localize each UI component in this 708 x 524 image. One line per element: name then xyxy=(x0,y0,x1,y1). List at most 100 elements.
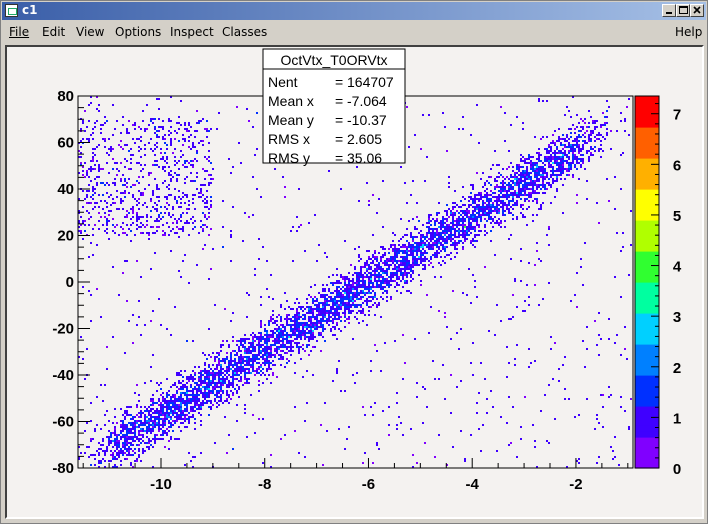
histogram-cell xyxy=(154,416,156,418)
histogram-cell xyxy=(460,430,462,432)
histogram-cell xyxy=(308,332,310,334)
histogram-cell xyxy=(508,208,510,210)
histogram-cell xyxy=(114,456,116,458)
histogram-cell xyxy=(514,278,516,280)
histogram-cell xyxy=(536,158,538,160)
histogram-cell xyxy=(474,230,476,232)
histogram-cell xyxy=(368,200,370,202)
histogram-cell xyxy=(530,184,532,186)
histogram-cell xyxy=(92,138,94,140)
histogram-cell xyxy=(248,360,250,362)
histogram-cell xyxy=(150,148,152,150)
close-button[interactable] xyxy=(690,4,704,17)
title-bar[interactable]: c1 xyxy=(2,2,706,20)
histogram-cell xyxy=(156,416,158,418)
histogram-cell xyxy=(332,282,334,284)
histogram-cell xyxy=(172,430,174,432)
histogram-cell xyxy=(436,252,438,254)
menu-help[interactable]: Help xyxy=(675,25,702,39)
menu-inspect[interactable]: Inspect xyxy=(170,25,214,39)
histogram-cell xyxy=(376,212,378,214)
histogram-cell xyxy=(148,420,150,422)
histogram-cell xyxy=(164,180,166,182)
histogram-cell xyxy=(492,202,494,204)
histogram-cell xyxy=(186,340,188,342)
minimize-button[interactable] xyxy=(662,4,676,17)
histogram-cell xyxy=(200,192,202,194)
histogram-cell xyxy=(198,384,200,386)
histogram-cell xyxy=(504,204,506,206)
histogram-cell xyxy=(470,232,472,234)
histogram-cell xyxy=(312,314,314,316)
histogram-cell xyxy=(104,140,106,142)
histogram-cell xyxy=(490,216,492,218)
histogram-cell xyxy=(544,172,546,174)
histogram-cell xyxy=(486,200,488,202)
histogram-cell xyxy=(522,128,524,130)
histogram-cell xyxy=(382,262,384,264)
histogram-cell xyxy=(384,252,386,254)
histogram-cell xyxy=(162,224,164,226)
histogram-cell xyxy=(182,386,184,388)
histogram-cell xyxy=(208,184,210,186)
histogram-cell xyxy=(168,194,170,196)
histogram-cell xyxy=(186,376,188,378)
histogram-cell xyxy=(524,184,526,186)
histogram-cell xyxy=(116,452,118,454)
histogram-cell xyxy=(172,424,174,426)
histogram-cell xyxy=(588,140,590,142)
histogram-cell xyxy=(204,386,206,388)
histogram-cell xyxy=(138,182,140,184)
histogram-cell xyxy=(302,310,304,312)
histogram-cell xyxy=(566,154,568,156)
menu-view[interactable]: View xyxy=(76,25,104,39)
histogram-cell xyxy=(516,200,518,202)
histogram-cell xyxy=(168,212,170,214)
histogram-cell xyxy=(244,342,246,344)
histogram-cell xyxy=(122,200,124,202)
histogram-cell xyxy=(164,152,166,154)
histogram-cell xyxy=(284,328,286,330)
histogram-cell xyxy=(540,138,542,140)
histogram-cell xyxy=(414,248,416,250)
histogram-cell xyxy=(470,198,472,200)
histogram-cell xyxy=(174,138,176,140)
histogram-cell xyxy=(202,248,204,250)
histogram-cell xyxy=(402,244,404,246)
histogram-cell xyxy=(304,316,306,318)
menu-edit[interactable]: Edit xyxy=(42,25,65,39)
menu-options[interactable]: Options xyxy=(115,25,161,39)
histogram-cell xyxy=(242,368,244,370)
histogram-cell xyxy=(404,244,406,246)
histogram-cell xyxy=(330,298,332,300)
histogram-cell xyxy=(184,178,186,180)
histogram-cell xyxy=(312,326,314,328)
histogram-cell xyxy=(190,164,192,166)
histogram-cell xyxy=(362,266,364,268)
menu-classes[interactable]: Classes xyxy=(222,25,267,39)
histogram-cell xyxy=(598,138,600,140)
histogram-cell xyxy=(396,274,398,276)
menu-file[interactable]: File xyxy=(9,25,29,39)
histogram-cell xyxy=(442,226,444,228)
histogram-cell xyxy=(524,160,526,162)
histogram-cell xyxy=(368,280,370,282)
histogram-plot[interactable]: -10 -8 -6 -4 -2-80-60-40-20020406080 0123456… xyxy=(7,47,702,517)
histogram-cell xyxy=(380,316,382,318)
histogram-cell xyxy=(188,400,190,402)
histogram-cell xyxy=(108,138,110,140)
histogram-cell xyxy=(506,376,508,378)
histogram-cell xyxy=(214,400,216,402)
histogram-cell xyxy=(300,324,302,326)
histogram-cell xyxy=(122,208,124,210)
histogram-cell xyxy=(600,148,602,150)
root-canvas[interactable]: -10 -8 -6 -4 -2 -80 -60 -40 -20 0 20 40 60 80 0123456… xyxy=(5,45,704,519)
histogram-cell xyxy=(570,116,572,118)
histogram-cell xyxy=(494,200,496,202)
histogram-cell xyxy=(342,294,344,296)
histogram-cell xyxy=(260,350,262,352)
histogram-cell xyxy=(194,386,196,388)
maximize-button[interactable] xyxy=(676,4,690,17)
histogram-cell xyxy=(530,194,532,196)
menu-edit-label: Edit xyxy=(42,25,66,39)
